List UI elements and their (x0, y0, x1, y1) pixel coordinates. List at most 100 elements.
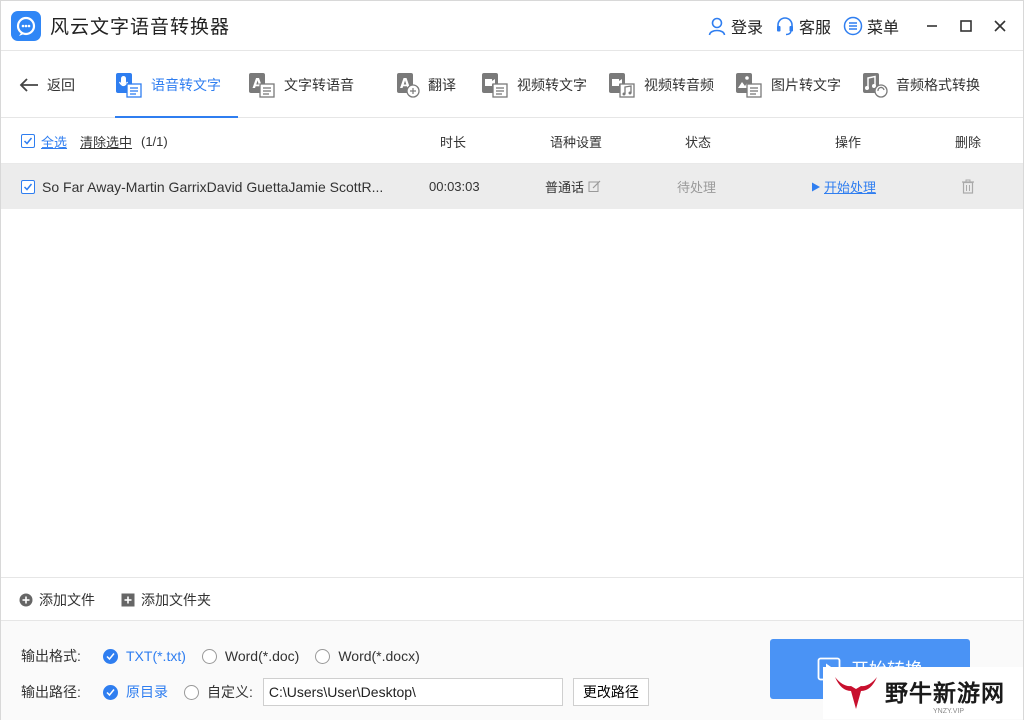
file-name: So Far Away-Martin GarrixDavid GuettaJam… (42, 178, 384, 195)
header-language: 语种设置 (550, 134, 603, 150)
minimize-icon (927, 25, 937, 27)
menu-label: 菜单 (866, 20, 899, 37)
add-file-button[interactable]: 添加文件 (19, 578, 95, 622)
path-original-radio[interactable]: 原目录 (103, 682, 168, 702)
app-window: 风云文字语音转换器 登录 客服 菜单 返回 语音转文字 A 文字转语音 A 翻译… (0, 0, 1024, 720)
title-bar: 风云文字语音转换器 登录 客服 菜单 (1, 1, 1023, 51)
service-label: 客服 (798, 20, 831, 37)
file-duration: 00:03:03 (429, 179, 480, 194)
tab-image-to-text[interactable]: 图片转文字 (735, 51, 841, 118)
tab-audio-format[interactable]: 音频格式转换 (862, 51, 980, 118)
add-files-bar: 添加文件 添加文件夹 (1, 577, 1023, 621)
plus-square-icon (121, 593, 135, 607)
app-logo-icon (11, 10, 41, 41)
watermark-text: 野牛新游网 (885, 679, 1005, 706)
row-checkbox[interactable] (21, 179, 35, 194)
translate-icon: A (397, 72, 420, 98)
user-icon (708, 17, 726, 36)
select-all-checkbox[interactable] (21, 134, 35, 148)
format-doc-radio[interactable]: Word(*.doc) (201, 648, 300, 664)
watermark-sub: YNZY.VIP (933, 708, 964, 715)
play-icon (812, 182, 820, 191)
radio-checked-icon (103, 648, 118, 664)
output-path-label: 输出路径: (21, 684, 81, 700)
audio-format-icon (863, 72, 888, 98)
format-txt-label: TXT(*.txt) (126, 648, 186, 664)
check-icon (23, 137, 33, 145)
radio-unchecked-icon (315, 648, 331, 664)
plus-circle-icon (19, 593, 33, 607)
path-original-label: 原目录 (126, 684, 168, 700)
maximize-button[interactable] (949, 1, 983, 51)
tab-video-to-text-label: 视频转文字 (517, 76, 587, 93)
watermark: 野牛新游网 YNZY.VIP (823, 667, 1023, 719)
path-custom-label: 自定义: (207, 684, 253, 700)
app-title: 风云文字语音转换器 (50, 17, 231, 38)
tab-translate-label: 翻译 (428, 76, 456, 93)
add-folder-button[interactable]: 添加文件夹 (121, 578, 211, 622)
image-to-text-icon (736, 72, 762, 98)
close-icon (994, 20, 1006, 32)
status-badge: 待处理 (677, 180, 717, 195)
table-row[interactable]: So Far Away-Martin GarrixDavid GuettaJam… (1, 164, 1023, 209)
output-format-label: 输出格式: (21, 648, 81, 664)
microphone-doc-icon (116, 72, 142, 98)
video-to-text-icon (482, 72, 508, 98)
minimize-button[interactable] (915, 1, 949, 51)
format-docx-label: Word(*.docx) (338, 648, 420, 664)
select-all-label[interactable]: 全选 (41, 132, 67, 151)
back-button[interactable]: 返回 (19, 51, 75, 118)
edit-icon[interactable] (588, 180, 601, 193)
tab-audio-format-label: 音频格式转换 (896, 76, 980, 93)
video-to-audio-icon (609, 72, 635, 98)
change-path-button[interactable]: 更改路径 (572, 678, 649, 706)
login-button[interactable]: 登录 (707, 14, 763, 38)
arrow-left-icon (19, 77, 38, 92)
format-doc-label: Word(*.doc) (224, 648, 300, 664)
clear-selection-link[interactable]: 清除选中 (80, 118, 132, 164)
login-label: 登录 (730, 20, 763, 37)
tab-translate[interactable]: A 翻译 (396, 51, 456, 118)
headset-icon (776, 17, 793, 36)
tab-video-to-audio-label: 视频转音频 (644, 76, 714, 93)
tab-speech-to-text-label: 语音转文字 (151, 76, 221, 93)
select-all-control[interactable]: 全选 (21, 118, 67, 164)
menu-button[interactable]: 菜单 (843, 14, 899, 38)
tab-speech-to-text[interactable]: 语音转文字 (115, 51, 238, 118)
header-delete: 删除 (955, 134, 982, 150)
trash-icon (962, 179, 974, 194)
check-icon (23, 183, 33, 191)
text-to-speech-icon: A (249, 72, 275, 98)
format-txt-radio[interactable]: TXT(*.txt) (103, 648, 186, 664)
add-folder-label: 添加文件夹 (141, 592, 211, 608)
tab-text-to-speech[interactable]: A 文字转语音 (248, 51, 354, 118)
maximize-icon (960, 20, 972, 32)
language-setting[interactable]: 普通话 (545, 164, 601, 209)
tab-image-to-text-label: 图片转文字 (771, 76, 841, 93)
selection-count: (1/1) (141, 133, 168, 149)
path-custom-radio[interactable]: 自定义: (184, 682, 253, 702)
feature-nav: 返回 语音转文字 A 文字转语音 A 翻译 视频转文字 视频转音频 图片转文字 … (1, 51, 1023, 118)
radio-checked-icon (103, 684, 118, 700)
radio-unchecked-icon (201, 648, 217, 664)
language-value: 普通话 (545, 180, 585, 195)
start-process-link[interactable]: 开始处理 (811, 164, 876, 209)
menu-icon (843, 16, 863, 36)
delete-button[interactable] (961, 164, 975, 209)
start-process-label: 开始处理 (824, 180, 877, 195)
radio-unchecked-icon (184, 684, 199, 700)
header-action: 操作 (835, 134, 862, 150)
header-status: 状态 (685, 134, 712, 150)
add-file-label: 添加文件 (39, 592, 95, 608)
tab-video-to-audio[interactable]: 视频转音频 (608, 51, 714, 118)
back-label: 返回 (47, 76, 75, 93)
close-button[interactable] (983, 1, 1017, 51)
tab-video-to-text[interactable]: 视频转文字 (481, 51, 587, 118)
header-duration: 时长 (440, 134, 467, 150)
bull-logo-icon (835, 677, 877, 709)
file-table-header: 全选 清除选中 (1/1) 时长 语种设置 状态 操作 删除 (1, 118, 1023, 164)
format-docx-radio[interactable]: Word(*.docx) (315, 648, 420, 664)
service-button[interactable]: 客服 (775, 14, 831, 38)
tab-text-to-speech-label: 文字转语音 (284, 76, 354, 93)
output-path-input[interactable] (262, 678, 563, 706)
